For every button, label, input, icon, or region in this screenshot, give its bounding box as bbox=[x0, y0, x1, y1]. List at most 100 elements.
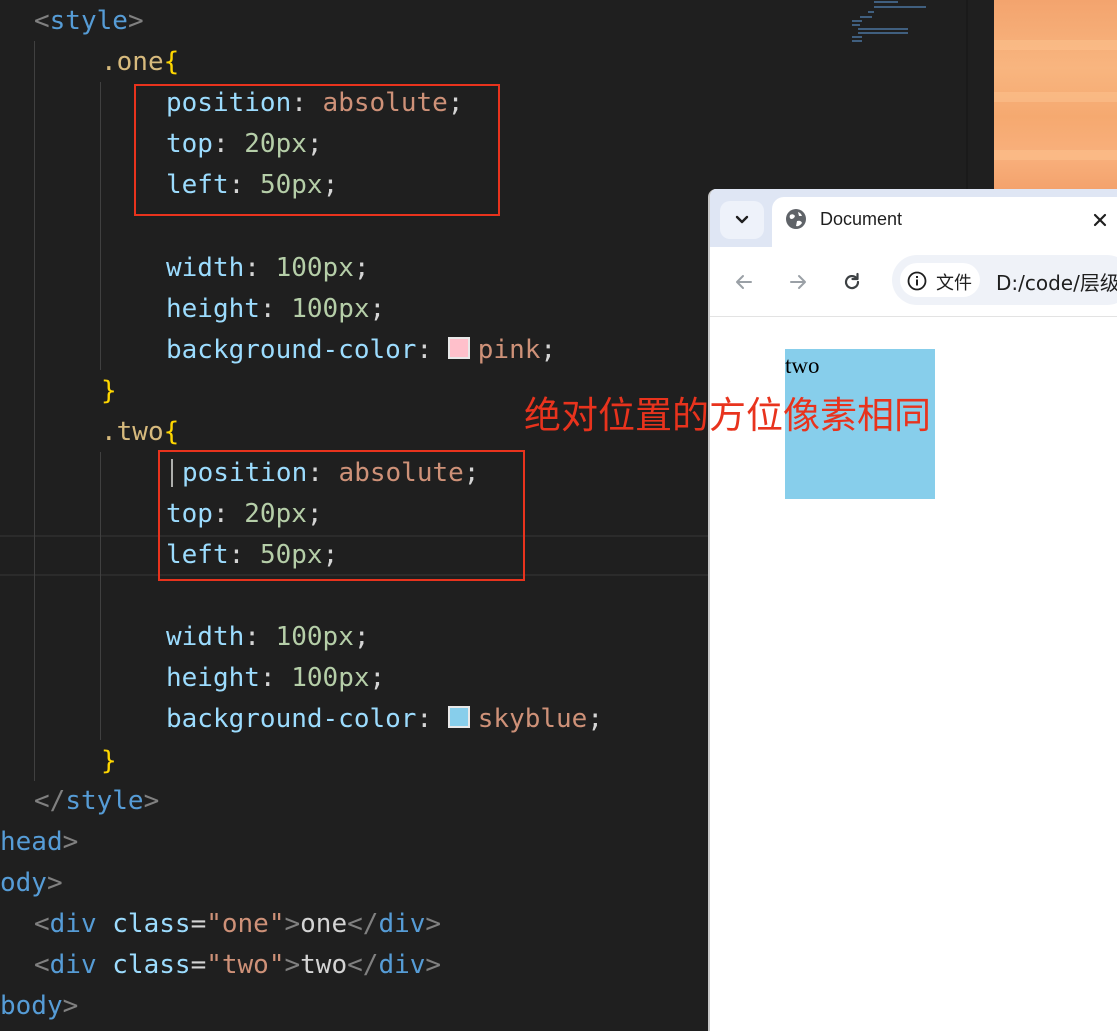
info-icon bbox=[907, 271, 927, 291]
code-token: </ bbox=[34, 786, 66, 816]
desktop-wallpaper bbox=[994, 0, 1117, 195]
code-token: style bbox=[65, 786, 144, 816]
code-line: body> bbox=[0, 986, 78, 1027]
code-token: } bbox=[101, 376, 117, 406]
code-token: 100px bbox=[291, 294, 370, 324]
code-line: <style> bbox=[34, 1, 144, 42]
code-line: width: 100px; bbox=[166, 617, 370, 658]
code-line: .one{ bbox=[101, 42, 179, 83]
code-token: = bbox=[190, 909, 207, 939]
browser-toolbar: 文件 D:/code/层级 bbox=[710, 247, 1117, 317]
code-token: ; bbox=[369, 663, 386, 693]
code-line: <div class="one">one</div> bbox=[34, 904, 441, 945]
code-token: < bbox=[34, 6, 50, 36]
code-token: 100px bbox=[275, 622, 354, 652]
back-button[interactable] bbox=[729, 267, 759, 297]
tab-search-button[interactable] bbox=[720, 201, 764, 239]
code-token: div bbox=[49, 950, 97, 980]
code-token: 100px bbox=[291, 663, 370, 693]
code-token: : bbox=[244, 622, 276, 652]
code-token: ; bbox=[353, 622, 370, 652]
code-token: skyblue bbox=[477, 704, 588, 734]
code-line: .two{ bbox=[101, 412, 179, 453]
code-token: > bbox=[143, 786, 160, 816]
code-token: body bbox=[0, 991, 63, 1021]
code-token: div bbox=[378, 950, 426, 980]
code-token: </ bbox=[347, 950, 379, 980]
indent-guide bbox=[100, 452, 101, 740]
code-token: height bbox=[166, 294, 260, 324]
code-token: "two" bbox=[206, 950, 285, 980]
url-text[interactable]: D:/code/层级 bbox=[996, 267, 1117, 296]
code-line: head> bbox=[0, 822, 78, 863]
code-token: ; bbox=[587, 704, 603, 734]
code-token: div bbox=[378, 909, 426, 939]
chevron-down-icon bbox=[735, 215, 749, 224]
code-line: width: 100px; bbox=[166, 248, 370, 289]
tab-document[interactable]: Document bbox=[772, 197, 1117, 247]
code-token: > bbox=[62, 827, 79, 857]
code-line: height: 100px; bbox=[166, 658, 385, 699]
code-token: class bbox=[112, 950, 191, 980]
code-token: 100px bbox=[275, 253, 354, 283]
code-token: .one bbox=[101, 47, 164, 77]
code-line: background-color: pink; bbox=[166, 330, 556, 371]
annotation-text: 绝对位置的方位像素相同 bbox=[524, 394, 931, 437]
code-token: > bbox=[425, 950, 442, 980]
code-token: > bbox=[127, 6, 144, 36]
highlight-box-two bbox=[158, 450, 525, 581]
pink-color-swatch[interactable] bbox=[447, 336, 470, 359]
close-icon[interactable] bbox=[1087, 207, 1113, 233]
code-token: > bbox=[284, 950, 301, 980]
browser-window: Document 文件 D:/code/层级 two bbox=[708, 189, 1117, 1031]
reload-button[interactable] bbox=[837, 267, 867, 297]
address-bar[interactable]: 文件 D:/code/层级 bbox=[892, 255, 1117, 305]
code-token: style bbox=[49, 6, 128, 36]
code-token: width bbox=[166, 253, 245, 283]
code-token: background-color bbox=[166, 704, 417, 734]
code-token: head bbox=[0, 827, 63, 857]
forward-button[interactable] bbox=[783, 267, 813, 297]
site-info-chip[interactable]: 文件 bbox=[900, 263, 980, 297]
tab-strip: Document bbox=[710, 189, 1117, 247]
box-two-label: two bbox=[785, 353, 820, 378]
arrow-left-icon bbox=[736, 275, 752, 289]
code-token: : bbox=[416, 704, 448, 734]
code-token: > bbox=[425, 909, 442, 939]
code-token: class bbox=[112, 909, 191, 939]
code-token: ; bbox=[353, 253, 370, 283]
globe-icon bbox=[786, 209, 806, 229]
code-token: </ bbox=[347, 909, 379, 939]
code-token: : bbox=[244, 253, 276, 283]
code-token: height bbox=[166, 663, 260, 693]
code-token: ; bbox=[540, 335, 557, 365]
code-line: height: 100px; bbox=[166, 289, 385, 330]
code-line: background-color: skyblue; bbox=[166, 699, 603, 740]
code-token: "one" bbox=[206, 909, 285, 939]
code-token: background-color bbox=[166, 335, 417, 365]
code-line: } bbox=[101, 741, 117, 782]
code-token: < bbox=[34, 909, 50, 939]
code-token: < bbox=[34, 950, 50, 980]
code-token: { bbox=[163, 47, 180, 77]
indent-guide bbox=[34, 41, 35, 781]
code-line: </style> bbox=[34, 781, 159, 822]
code-token: > bbox=[62, 991, 79, 1021]
minimap[interactable] bbox=[846, 0, 964, 45]
indent-guide bbox=[100, 82, 101, 370]
skyblue-color-swatch[interactable] bbox=[447, 705, 470, 728]
code-token: pink bbox=[477, 335, 541, 365]
highlight-box-one bbox=[134, 84, 500, 216]
code-line: } bbox=[101, 371, 117, 412]
code-token: = bbox=[190, 950, 207, 980]
code-token: } bbox=[101, 746, 117, 776]
code-line: <div class="two">two</div> bbox=[34, 945, 441, 986]
arrow-right-icon bbox=[790, 275, 806, 289]
code-token: { bbox=[163, 417, 180, 447]
code-token: > bbox=[284, 909, 301, 939]
code-token: ; bbox=[369, 294, 386, 324]
code-token: two bbox=[300, 950, 348, 980]
reload-icon bbox=[844, 272, 860, 290]
code-token: : bbox=[259, 294, 292, 324]
tab-title: Document bbox=[820, 209, 903, 229]
